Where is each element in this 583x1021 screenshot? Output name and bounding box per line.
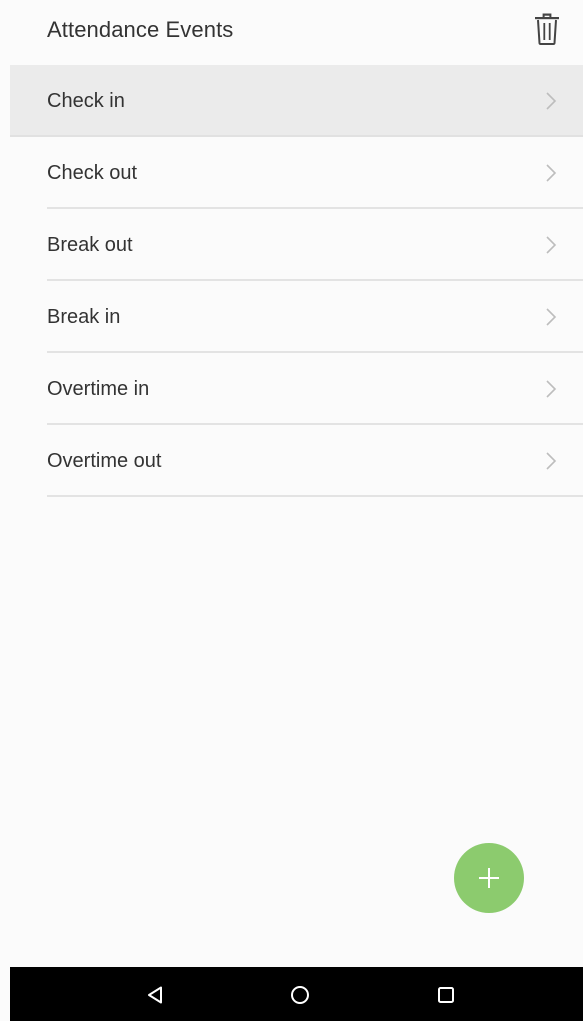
list-item-label: Break in xyxy=(47,306,121,328)
list-item-label: Check in xyxy=(47,90,125,112)
recents-button[interactable] xyxy=(428,977,464,1013)
recents-square-icon xyxy=(438,987,454,1003)
home-button[interactable] xyxy=(282,977,318,1013)
list-item-label: Overtime in xyxy=(47,378,150,400)
divider xyxy=(47,495,583,497)
delete-button[interactable] xyxy=(526,8,568,50)
home-circle-icon xyxy=(291,986,309,1004)
chevron-right-icon xyxy=(546,236,557,254)
app-header: Attendance Events xyxy=(0,0,583,65)
chevron-right-icon xyxy=(546,164,557,182)
attendance-events-screen: Attendance Events Check in Check out Bre… xyxy=(0,0,583,1021)
events-list: Check in Check out Break out Break in Ov… xyxy=(0,65,583,497)
list-item-label: Break out xyxy=(47,234,133,256)
chevron-right-icon xyxy=(546,380,557,398)
list-item-label: Overtime out xyxy=(47,450,162,472)
list-item-check-out[interactable]: Check out xyxy=(0,137,583,209)
list-item-break-out[interactable]: Break out xyxy=(0,209,583,281)
list-item-overtime-in[interactable]: Overtime in xyxy=(0,353,583,425)
list-item-check-in[interactable]: Check in xyxy=(10,65,583,137)
plus-icon xyxy=(479,868,499,888)
list-item-label: Check out xyxy=(47,162,138,184)
chevron-right-icon xyxy=(546,452,557,470)
page-title: Attendance Events xyxy=(47,17,234,42)
back-button[interactable] xyxy=(138,977,174,1013)
back-triangle-icon xyxy=(148,986,162,1004)
chevron-right-icon xyxy=(546,308,557,326)
trash-icon xyxy=(535,13,559,45)
list-item-overtime-out[interactable]: Overtime out xyxy=(0,425,583,497)
system-navigation-bar xyxy=(10,967,583,1021)
list-item-break-in[interactable]: Break in xyxy=(0,281,583,353)
chevron-right-icon xyxy=(546,92,557,110)
add-event-button[interactable] xyxy=(454,843,524,913)
